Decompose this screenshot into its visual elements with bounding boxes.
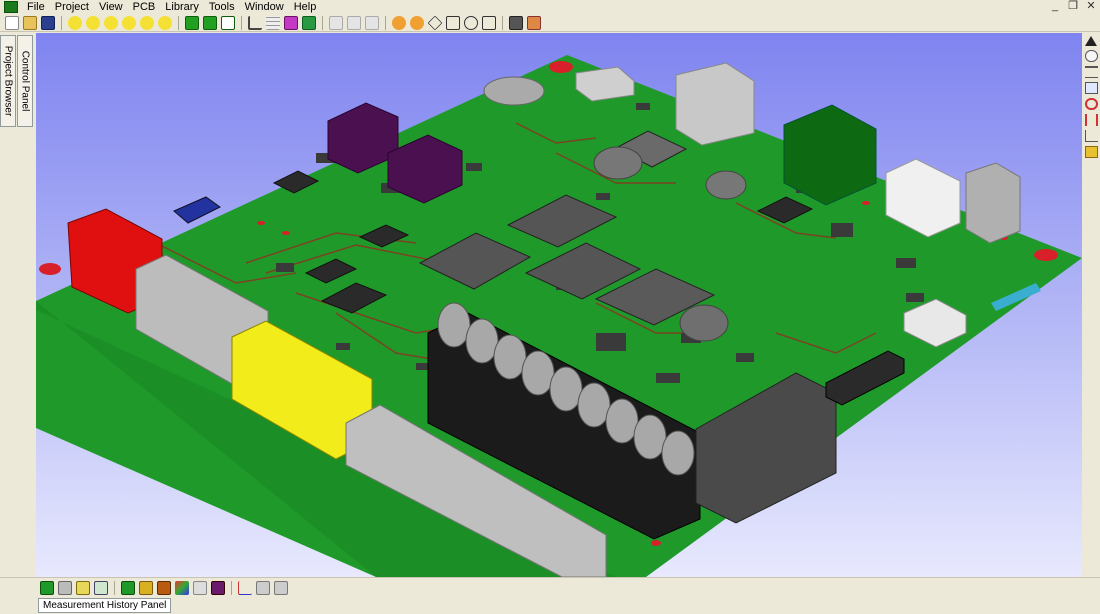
bulb-icon[interactable] [104,15,118,30]
tab-control-panel[interactable]: Control Panel [17,35,33,127]
layer-icon[interactable] [284,15,298,30]
tab-project-browser[interactable]: Project Browser [0,35,16,127]
zoom-icon[interactable] [446,15,460,30]
right-toolbar [1082,33,1100,577]
tab-measurement-history[interactable]: Measurement History Panel [38,598,172,613]
menu-library[interactable]: Library [160,0,204,14]
export-icon[interactable] [527,15,541,30]
bulb-icon[interactable] [68,15,82,30]
axis-icon[interactable] [238,580,252,595]
mask-icon[interactable] [94,580,108,595]
pan-icon[interactable] [1084,50,1098,62]
app-logo-icon [4,1,18,13]
left-panel-tabs: Project Browser Control Panel [0,33,36,577]
via-icon[interactable] [157,580,171,595]
toolbar-separator [241,15,242,30]
ruler-icon[interactable] [1084,66,1098,78]
new-icon[interactable] [5,15,19,30]
bulb-icon[interactable] [140,15,154,30]
save-icon[interactable] [41,15,55,30]
zoom-icon[interactable] [427,15,443,30]
pointer-icon[interactable] [1085,36,1097,46]
connector-gray-2 [675,62,755,146]
layer-icon[interactable] [302,15,316,30]
menu-project[interactable]: Project [50,0,94,14]
toolbar-separator [322,15,323,30]
toolbar-separator [178,15,179,30]
connector-gray-1 [575,66,635,102]
menu-file[interactable]: File [22,0,50,14]
snap-icon[interactable] [256,580,270,595]
probe-icon[interactable] [1084,146,1098,158]
minimize-icon[interactable]: _ [1048,0,1062,12]
paste-icon[interactable] [193,580,207,595]
rotate-icon[interactable] [1084,98,1098,110]
monitor-icon[interactable] [1084,82,1098,94]
zoom-icon[interactable] [410,15,424,30]
copy-icon[interactable] [329,15,343,30]
camera-icon[interactable] [509,15,523,30]
mech-icon[interactable] [211,580,225,595]
bulb-icon[interactable] [122,15,136,30]
axis-icon[interactable] [248,15,262,30]
measure-icon[interactable] [1084,114,1098,126]
silk-icon[interactable] [76,580,90,595]
crystal-2 [705,170,747,200]
cube-icon[interactable] [185,15,199,30]
toolbar-separator [114,580,115,595]
copper-icon[interactable] [58,580,72,595]
board-icon[interactable] [40,580,54,595]
net-icon[interactable] [175,580,189,595]
view-icon[interactable] [274,580,288,595]
toolbar-separator [61,15,62,30]
pad-icon[interactable] [139,580,153,595]
toolbar-separator [385,15,386,30]
toolbar-separator [502,15,503,30]
copy-icon[interactable] [365,15,379,30]
crystal-1 [593,146,643,180]
zoom-icon[interactable] [464,15,478,30]
open-icon[interactable] [23,15,37,30]
close-icon[interactable]: ✕ [1084,0,1098,12]
toolbar-separator [231,580,232,595]
menu-tools[interactable]: Tools [204,0,240,14]
connector-gray-3 [965,162,1021,244]
bottom-toolbar [0,577,1100,597]
menu-view[interactable]: View [94,0,128,14]
menu-help[interactable]: Help [289,0,322,14]
menu-window[interactable]: Window [240,0,289,14]
tab-control-panel-label: Control Panel [19,50,31,112]
zoom-icon[interactable] [482,15,496,30]
pcb-3d-scene [36,55,1082,577]
crystal-3 [679,304,729,342]
grid-icon[interactable] [266,15,280,30]
cube-icon[interactable] [221,15,235,30]
restore-icon[interactable]: ❐ [1066,0,1080,12]
3d-viewport[interactable] [36,33,1082,577]
window-controls: _ ❐ ✕ [1048,0,1098,12]
main-toolbar [0,14,1100,32]
bulb-icon[interactable] [158,15,172,30]
tab-project-browser-label: Project Browser [2,45,14,117]
status-bar: Measurement History Panel [0,597,1100,614]
battery-holder [483,76,545,106]
zoom-icon[interactable] [392,15,406,30]
copy-icon[interactable] [347,15,361,30]
component-icon[interactable] [121,580,135,595]
bulb-icon[interactable] [86,15,100,30]
angle-icon[interactable] [1084,130,1098,142]
menu-pcb[interactable]: PCB [128,0,161,14]
cube-icon[interactable] [203,15,217,30]
menu-bar: File Project View PCB Library Tools Wind… [0,0,1100,14]
